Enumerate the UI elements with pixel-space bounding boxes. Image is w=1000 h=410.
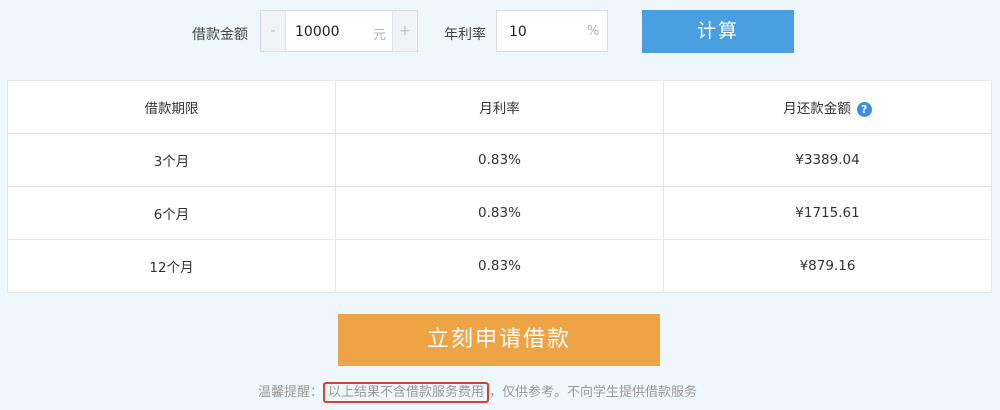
notice-prefix: 温馨提醒： — [258, 385, 324, 400]
table-row: 12个月 0.83% ¥879.16 — [7, 239, 992, 293]
decrease-amount-button[interactable]: - — [261, 11, 286, 51]
header-monthly-payment-label: 月还款金额 — [783, 101, 851, 117]
cell-monthly-payment: ¥879.16 — [663, 239, 992, 293]
apply-loan-button[interactable]: 立刻申请借款 — [338, 314, 660, 366]
table-row: 6个月 0.83% ¥1715.61 — [7, 186, 992, 240]
annual-rate-input[interactable] — [507, 19, 571, 45]
notice-suffix: ，仅供参考。不向学生提供借款服务 — [489, 385, 698, 400]
header-monthly-payment: 月还款金额? — [663, 80, 992, 134]
table-header-row: 借款期限 月利率 月还款金额? — [7, 80, 992, 134]
amount-input[interactable] — [293, 19, 367, 45]
cell-term: 12个月 — [7, 239, 336, 293]
repayment-table: 借款期限 月利率 月还款金额? 3个月 0.83% ¥3389.04 6个月 0… — [7, 80, 992, 293]
notice-text: 温馨提醒： 以上结果不含借款服务费用 ，仅供参考。不向学生提供借款服务 — [258, 381, 698, 403]
cell-term: 6个月 — [7, 186, 336, 240]
notice-highlight: 以上结果不含借款服务费用 — [323, 382, 490, 403]
amount-unit: 元 — [373, 28, 387, 43]
calculate-button[interactable]: 计算 — [642, 10, 794, 53]
header-monthly-rate: 月利率 — [335, 80, 664, 134]
loan-calculator-bar: 借款金额 - 元 + 年利率 % 计算 — [0, 0, 1000, 64]
cell-monthly-payment: ¥1715.61 — [663, 186, 992, 240]
table-row: 3个月 0.83% ¥3389.04 — [7, 133, 992, 187]
rate-field: % — [496, 10, 608, 52]
rate-unit: % — [587, 24, 600, 39]
amount-label: 借款金额 — [192, 27, 248, 43]
amount-stepper: - 元 + — [260, 10, 418, 52]
cell-monthly-rate: 0.83% — [335, 186, 664, 240]
cell-term: 3个月 — [7, 133, 336, 187]
cell-monthly-rate: 0.83% — [335, 239, 664, 293]
help-icon[interactable]: ? — [856, 101, 872, 117]
rate-label: 年利率 — [444, 27, 486, 43]
cell-monthly-rate: 0.83% — [335, 133, 664, 187]
cell-monthly-payment: ¥3389.04 — [663, 133, 992, 187]
header-term: 借款期限 — [7, 80, 336, 134]
increase-amount-button[interactable]: + — [392, 11, 417, 51]
